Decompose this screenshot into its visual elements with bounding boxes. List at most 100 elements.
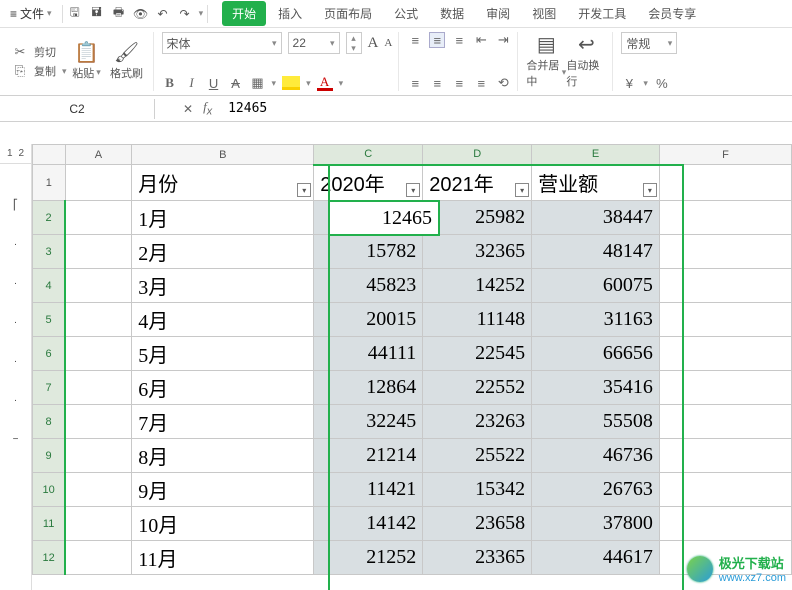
row-header-3[interactable]: 3 <box>33 235 66 269</box>
fill-color-button[interactable] <box>282 76 300 90</box>
save-icon[interactable]: 🖫 <box>67 6 83 22</box>
outline-level-2[interactable]: 2 <box>19 148 25 159</box>
cell-C12[interactable]: 21252 <box>314 541 423 575</box>
select-all-corner[interactable] <box>33 145 66 165</box>
row-header-1[interactable]: 1 <box>33 165 66 201</box>
qat-more-icon[interactable]: ▾ <box>199 8 204 19</box>
cell-F10[interactable] <box>659 473 791 507</box>
cell-C3[interactable]: 15782 <box>314 235 423 269</box>
cell-C9[interactable]: 21214 <box>314 439 423 473</box>
cell-F11[interactable] <box>659 507 791 541</box>
col-header-B[interactable]: B <box>132 145 314 165</box>
cell-C2[interactable]: 12465 <box>314 201 423 235</box>
filter-button[interactable]: ▾ <box>297 183 311 197</box>
cell-B7[interactable]: 6月 <box>132 371 314 405</box>
merge-center-button[interactable]: ▤ 合并居中▾ <box>526 32 566 91</box>
cell-B1[interactable]: 月份▾ <box>132 165 314 201</box>
indent-decrease-icon[interactable]: ⇤ <box>473 32 489 48</box>
cell-B10[interactable]: 9月 <box>132 473 314 507</box>
row-header-5[interactable]: 5 <box>33 303 66 337</box>
strike-button[interactable]: A <box>228 75 244 91</box>
cell-F7[interactable] <box>659 371 791 405</box>
align-left-icon[interactable]: ≡ <box>407 75 423 91</box>
cell-D9[interactable]: 25522 <box>423 439 532 473</box>
col-header-C[interactable]: C <box>314 145 423 165</box>
row-header-2[interactable]: 2 <box>33 201 66 235</box>
row-header-6[interactable]: 6 <box>33 337 66 371</box>
format-painter-button[interactable]: 🖌 格式刷 <box>107 43 147 81</box>
cell-B12[interactable]: 11月 <box>132 541 314 575</box>
decrease-font-icon[interactable]: A <box>384 37 392 49</box>
cell-E1[interactable]: 营业额▾ <box>532 165 660 201</box>
col-header-F[interactable]: F <box>659 145 791 165</box>
cell-E3[interactable]: 48147 <box>532 235 660 269</box>
row-header-4[interactable]: 4 <box>33 269 66 303</box>
tab-view[interactable]: 视图 <box>522 1 566 26</box>
cell-D1[interactable]: 2021年▾ <box>423 165 532 201</box>
percent-button[interactable]: % <box>654 75 670 91</box>
filter-button[interactable]: ▾ <box>515 183 529 197</box>
cell-C4[interactable]: 45823 <box>314 269 423 303</box>
cell-B2[interactable]: 1月 <box>132 201 314 235</box>
cell-B5[interactable]: 4月 <box>132 303 314 337</box>
increase-font-icon[interactable]: A <box>368 35 379 52</box>
cell-A12[interactable] <box>65 541 131 575</box>
filter-button[interactable]: ▾ <box>643 183 657 197</box>
cell-D2[interactable]: 25982 <box>423 201 532 235</box>
cell-C7[interactable]: 12864 <box>314 371 423 405</box>
tab-vip[interactable]: 会员专享 <box>638 1 706 26</box>
cell-E12[interactable]: 44617 <box>532 541 660 575</box>
align-center-icon[interactable]: ≡ <box>429 75 445 91</box>
outline-collapse[interactable]: − <box>13 434 19 445</box>
cell-A11[interactable] <box>65 507 131 541</box>
currency-button[interactable]: ¥ <box>621 75 637 91</box>
cell-F5[interactable] <box>659 303 791 337</box>
bold-button[interactable]: B <box>162 75 178 91</box>
filter-button[interactable]: ▾ <box>406 183 420 197</box>
align-justify-icon[interactable]: ≡ <box>473 75 489 91</box>
font-size-stepper[interactable]: ▴▾ <box>346 32 362 54</box>
cell-F3[interactable] <box>659 235 791 269</box>
undo-icon[interactable]: ↶ <box>155 6 171 22</box>
cell-C10[interactable]: 11421 <box>314 473 423 507</box>
print-icon[interactable]: 🖶 <box>111 6 127 22</box>
tab-page-layout[interactable]: 页面布局 <box>314 1 382 26</box>
formula-input[interactable] <box>228 101 397 116</box>
cell-A4[interactable] <box>65 269 131 303</box>
cell-B4[interactable]: 3月 <box>132 269 314 303</box>
row-header-9[interactable]: 9 <box>33 439 66 473</box>
underline-button[interactable]: U <box>206 75 222 91</box>
cell-A5[interactable] <box>65 303 131 337</box>
cell-F9[interactable] <box>659 439 791 473</box>
row-header-7[interactable]: 7 <box>33 371 66 405</box>
row-header-12[interactable]: 12 <box>33 541 66 575</box>
align-middle-icon[interactable]: ≡ <box>429 32 445 48</box>
cell-E5[interactable]: 31163 <box>532 303 660 337</box>
cell-C5[interactable]: 20015 <box>314 303 423 337</box>
cell-D12[interactable]: 23365 <box>423 541 532 575</box>
tab-insert[interactable]: 插入 <box>268 1 312 26</box>
number-format-select[interactable]: 常规▾ <box>621 32 677 54</box>
italic-button[interactable]: I <box>184 75 200 91</box>
cell-E6[interactable]: 66656 <box>532 337 660 371</box>
save-as-icon[interactable]: 🖬 <box>89 6 105 22</box>
cell-A8[interactable] <box>65 405 131 439</box>
cell-A6[interactable] <box>65 337 131 371</box>
font-name-select[interactable]: 宋体▾ <box>162 32 282 54</box>
col-header-E[interactable]: E <box>532 145 660 165</box>
font-size-select[interactable]: 22▾ <box>288 32 340 54</box>
cell-E4[interactable]: 60075 <box>532 269 660 303</box>
cell-F6[interactable] <box>659 337 791 371</box>
col-header-D[interactable]: D <box>423 145 532 165</box>
fx-icon[interactable]: fx <box>203 99 212 118</box>
cell-E8[interactable]: 55508 <box>532 405 660 439</box>
cell-D8[interactable]: 23263 <box>423 405 532 439</box>
outline-bracket[interactable]: ⎡ <box>13 200 18 211</box>
cell-F1[interactable] <box>659 165 791 201</box>
font-color-button[interactable]: A <box>317 75 333 91</box>
wrap-text-button[interactable]: ↩ 自动换行 <box>566 32 606 91</box>
cell-D5[interactable]: 11148 <box>423 303 532 337</box>
row-header-8[interactable]: 8 <box>33 405 66 439</box>
cut-button[interactable]: ✂ 剪切 <box>12 44 67 60</box>
paste-button[interactable]: 📋 粘贴▾ <box>67 43 107 81</box>
